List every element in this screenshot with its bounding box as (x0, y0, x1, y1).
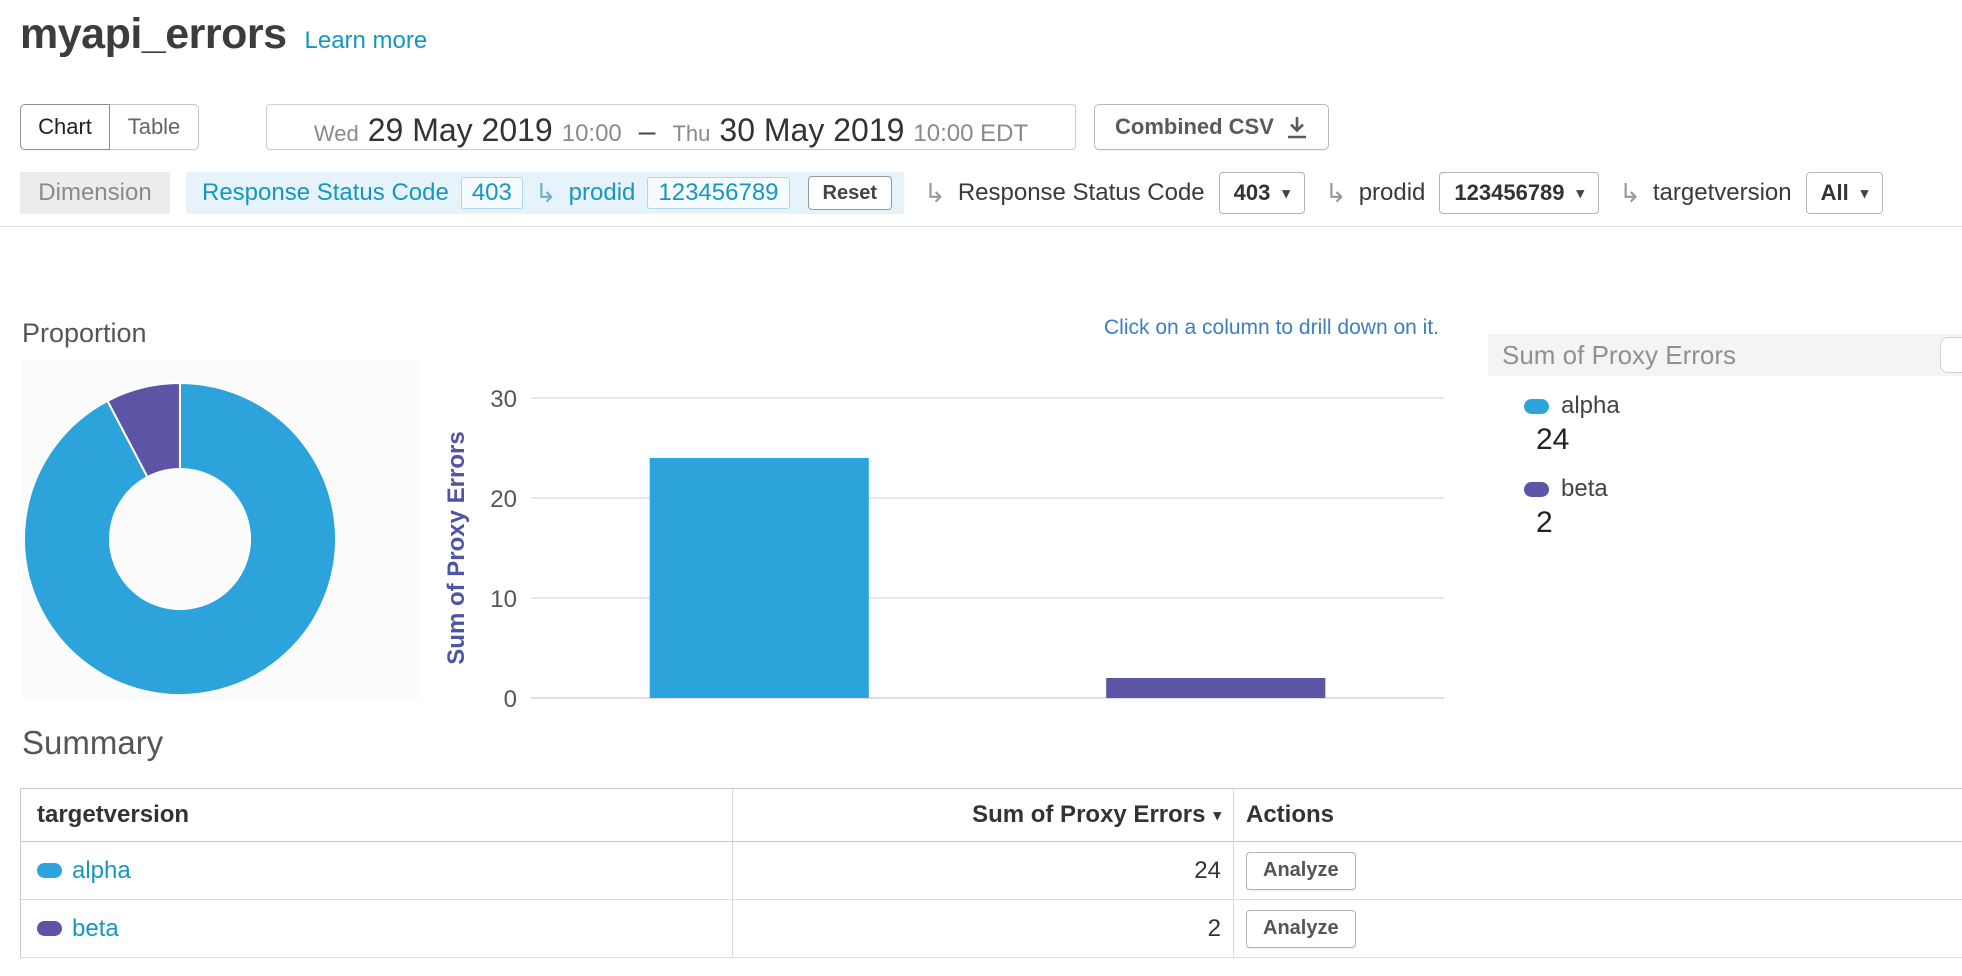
combined-csv-label: Combined CSV (1115, 114, 1274, 140)
active-filter-value-chip[interactable]: 403 (461, 177, 523, 209)
sort-descending-icon: ▾ (1213, 806, 1221, 824)
sum-cell: 24 (733, 842, 1234, 899)
page-header: myapi_errors Learn more (20, 10, 427, 59)
y-tick-label: 20 (490, 486, 517, 513)
beta-color-swatch (1524, 482, 1549, 497)
bar-beta[interactable] (1106, 678, 1325, 698)
column-header-targetversion[interactable]: targetversion (21, 789, 733, 841)
filter-bar: Dimension Response Status Code 403 ↳ pro… (20, 172, 1962, 214)
summary-table: targetversion Sum of Proxy Errors ▾ Acti… (20, 788, 1962, 958)
end-time: 10:00 EDT (913, 120, 1028, 148)
end-date: 30 May 2019 (719, 112, 904, 149)
dimension-label: Dimension (20, 172, 170, 214)
y-tick-label: 30 (490, 386, 517, 413)
analyze-button-beta[interactable]: Analyze (1246, 910, 1356, 948)
legend-item-alpha[interactable]: alpha (1524, 392, 1962, 420)
start-day: Wed (314, 121, 359, 147)
sum-cell: 2 (733, 900, 1234, 957)
selector-label-response-status-code: Response Status Code (958, 179, 1205, 207)
table-row-beta: beta 2 Analyze (21, 900, 1962, 958)
table-header-row: targetversion Sum of Proxy Errors ▾ Acti… (21, 789, 1962, 842)
bar-chart: 0 10 20 30 Sum of Proxy Errors (440, 358, 1460, 723)
drill-arrow-icon: ↳ (924, 180, 946, 206)
legend-header: Sum of Proxy Errors (1488, 334, 1962, 376)
column-header-actions: Actions (1234, 789, 1962, 841)
summary-title: Summary (22, 724, 163, 762)
legend-title: Sum of Proxy Errors (1502, 340, 1736, 371)
selector-targetversion[interactable]: All ▾ (1806, 172, 1884, 214)
drill-arrow-icon: ↳ (1325, 180, 1347, 206)
selector-response-status-code[interactable]: 403 ▾ (1219, 172, 1305, 214)
drill-arrow-icon: ↳ (1619, 180, 1641, 206)
view-toggle: Chart Table (20, 104, 199, 150)
divider (0, 226, 1962, 227)
drill-arrow-icon: ↳ (535, 180, 557, 206)
actions-cell: Analyze (1234, 900, 1962, 957)
start-time: 10:00 (562, 120, 622, 148)
tab-table[interactable]: Table (109, 104, 199, 150)
selector-value: All (1821, 180, 1849, 206)
selector-value: 123456789 (1454, 180, 1564, 206)
analytics-dashboard: myapi_errors Learn more Chart Table Wed … (0, 0, 1962, 976)
y-tick-label: 10 (490, 586, 517, 613)
y-tick-label: 0 (504, 686, 517, 713)
chevron-down-icon: ▾ (1282, 184, 1290, 202)
active-filter-name: prodid (569, 179, 636, 207)
analyze-button-alpha[interactable]: Analyze (1246, 852, 1356, 890)
page-title: myapi_errors (20, 10, 287, 59)
drill-hint: Click on a column to drill down on it. (1104, 316, 1439, 340)
learn-more-link[interactable]: Learn more (305, 27, 428, 55)
active-filter-breadcrumb: Response Status Code 403 ↳ prodid 123456… (186, 172, 904, 214)
active-filter-value-chip[interactable]: 123456789 (647, 177, 789, 209)
selector-prodid[interactable]: 123456789 ▾ (1439, 172, 1599, 214)
alpha-link[interactable]: alpha (72, 857, 131, 885)
proportion-label: Proportion (22, 318, 147, 349)
beta-color-swatch (37, 921, 62, 936)
active-filter-name: Response Status Code (202, 179, 449, 207)
table-row-alpha: alpha 24 Analyze (21, 842, 1962, 900)
download-icon (1286, 115, 1308, 140)
donut-chart (22, 360, 419, 700)
legend-collapse-button[interactable] (1940, 337, 1962, 373)
legend-item-beta[interactable]: beta (1524, 475, 1962, 503)
targetversion-cell: beta (21, 900, 733, 957)
tab-chart[interactable]: Chart (20, 104, 110, 150)
y-axis-label: Sum of Proxy Errors (443, 431, 470, 664)
toolbar: Chart Table Wed 29 May 2019 10:00 – Thu … (0, 104, 1962, 150)
selector-label-prodid: prodid (1359, 179, 1426, 207)
donut-panel (22, 360, 419, 700)
legend-items: alpha 24 beta 2 (1488, 376, 1962, 540)
start-date: 29 May 2019 (368, 112, 553, 149)
column-header-sum[interactable]: Sum of Proxy Errors ▾ (733, 789, 1234, 841)
legend-label: alpha (1561, 392, 1620, 420)
legend-label: beta (1561, 475, 1608, 503)
chevron-down-icon: ▾ (1861, 184, 1869, 202)
actions-cell: Analyze (1234, 842, 1962, 899)
legend-value-beta: 2 (1536, 506, 1962, 540)
beta-link[interactable]: beta (72, 915, 119, 943)
selector-value: 403 (1234, 180, 1271, 206)
bar-panel: 0 10 20 30 Sum of Proxy Errors (440, 358, 1460, 723)
bar-alpha[interactable] (650, 458, 869, 698)
chevron-down-icon: ▾ (1577, 184, 1585, 202)
combined-csv-button[interactable]: Combined CSV (1094, 104, 1329, 150)
legend-panel: Sum of Proxy Errors alpha 24 beta 2 (1488, 334, 1962, 558)
alpha-color-swatch (1524, 399, 1549, 414)
end-day: Thu (672, 121, 710, 147)
targetversion-cell: alpha (21, 842, 733, 899)
date-range-separator: – (639, 115, 656, 149)
date-range-picker[interactable]: Wed 29 May 2019 10:00 – Thu 30 May 2019 … (266, 104, 1076, 150)
reset-button[interactable]: Reset (808, 176, 892, 210)
legend-value-alpha: 24 (1536, 423, 1962, 457)
selector-label-targetversion: targetversion (1653, 179, 1792, 207)
alpha-color-swatch (37, 863, 62, 878)
